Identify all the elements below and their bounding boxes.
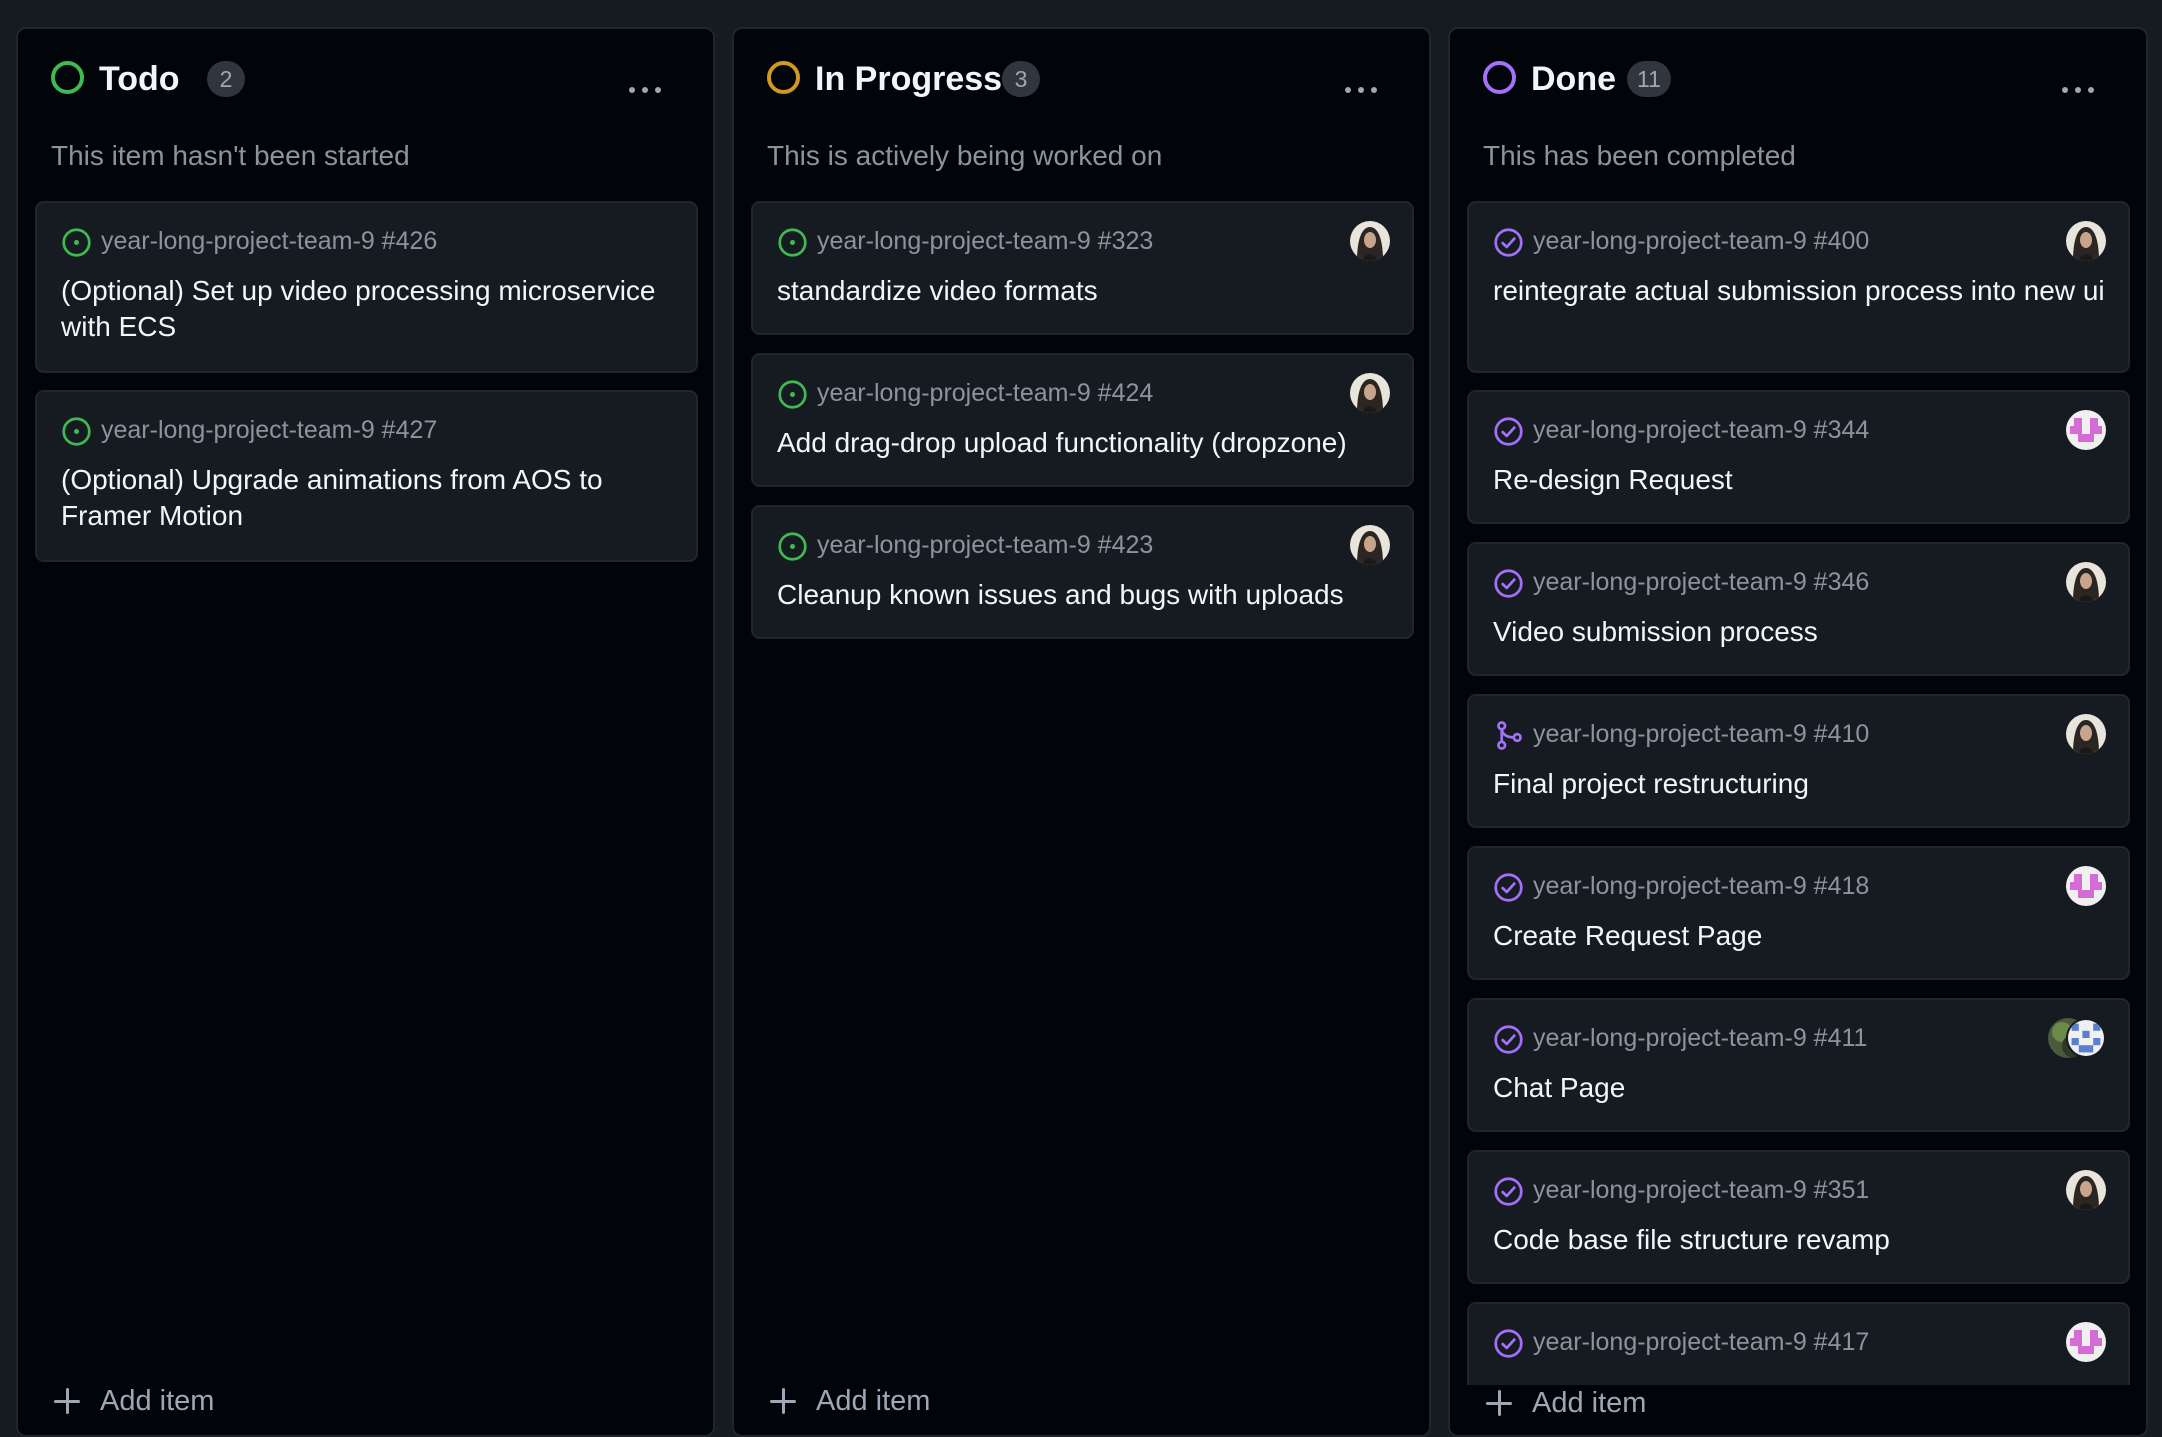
card-reference[interactable]: year-long-project-team-9 #351 [1533,1174,1869,1206]
closed-issue-icon [1494,417,1523,446]
column-description: This is actively being worked on [767,140,1163,171]
card-title[interactable]: Cleanup known issues and bugs with uploa… [777,577,1397,613]
card-title[interactable]: (Optional) Set up video processing micro… [61,273,681,345]
column-menu-icon[interactable] [1345,87,1377,93]
avatar[interactable] [2066,1322,2106,1362]
column-done: Done 11 This has been completed year-lon… [1448,27,2148,1437]
avatar[interactable] [2066,221,2106,261]
card-reference[interactable]: year-long-project-team-9 #323 [817,225,1153,257]
add-item-button[interactable]: Add item [54,1381,214,1421]
avatar[interactable] [2066,562,2106,602]
closed-issue-icon [1494,1025,1523,1054]
item-card[interactable]: year-long-project-team-9 #418 Create Req… [1467,846,2130,980]
card-reference[interactable]: year-long-project-team-9 #423 [817,529,1153,561]
card-reference[interactable]: year-long-project-team-9 #410 [1533,718,1869,750]
column-description: This item hasn't been started [51,140,410,171]
column-title: Done [1531,60,1616,98]
avatar[interactable] [2066,866,2106,906]
item-count-badge: 11 [1627,61,1671,97]
plus-icon [770,1388,796,1414]
card-list: year-long-project-team-9 #400 reintegrat… [1467,175,2131,1385]
status-circle-icon [51,61,84,94]
avatar[interactable] [1350,221,1390,261]
column-header: Done 11 This has been completed [1450,29,2146,189]
avatar-stack[interactable] [2048,1018,2106,1058]
card-title[interactable]: Add drag-drop upload functionality (drop… [777,425,1397,461]
card-title[interactable]: Create Request Page [1493,918,2113,954]
item-card[interactable]: year-long-project-team-9 #400 reintegrat… [1467,201,2130,373]
column-menu-icon[interactable] [2062,87,2094,93]
avatar[interactable] [1350,373,1390,413]
avatar[interactable] [1350,525,1390,565]
avatar[interactable] [2066,1018,2106,1058]
card-title[interactable]: Video submission process [1493,614,2113,650]
plus-icon [54,1388,80,1414]
card-reference[interactable]: year-long-project-team-9 #418 [1533,870,1869,902]
column-todo: Todo 2 This item hasn't been started yea… [16,27,715,1437]
item-card[interactable]: year-long-project-team-9 #323 standardiz… [751,201,1414,335]
open-issue-icon [778,228,807,257]
card-reference[interactable]: year-long-project-team-9 #400 [1533,225,1869,257]
item-card[interactable]: year-long-project-team-9 #411 Chat Page [1467,998,2130,1132]
column-title: In Progress [815,60,1003,98]
item-card[interactable]: year-long-project-team-9 #346 Video subm… [1467,542,2130,676]
card-title[interactable]: Re-design Request [1493,462,2113,498]
status-circle-icon [1483,61,1516,94]
add-item-button[interactable]: Add item [1486,1383,1646,1423]
item-card[interactable]: year-long-project-team-9 #351 Code base … [1467,1150,2130,1284]
item-card[interactable]: year-long-project-team-9 #424 Add drag-d… [751,353,1414,487]
project-board: Todo 2 This item hasn't been started yea… [0,0,2162,1437]
column-description: This has been completed [1483,140,1796,171]
card-reference[interactable]: year-long-project-team-9 #346 [1533,566,1869,598]
item-card[interactable]: year-long-project-team-9 #410 Final proj… [1467,694,2130,828]
card-reference[interactable]: year-long-project-team-9 #417 [1533,1326,1869,1358]
card-reference[interactable]: year-long-project-team-9 #424 [817,377,1153,409]
card-reference[interactable]: year-long-project-team-9 #427 [101,414,437,446]
item-card[interactable]: year-long-project-team-9 #426 (Optional)… [35,201,698,373]
column-header: In Progress 3 This is actively being wor… [734,29,1429,189]
card-title[interactable]: Chat Page [1493,1070,2113,1106]
card-reference[interactable]: year-long-project-team-9 #344 [1533,414,1869,446]
plus-icon [1486,1390,1512,1416]
column-in-progress: In Progress 3 This is actively being wor… [732,27,1431,1437]
open-issue-icon [778,532,807,561]
card-list: year-long-project-team-9 #323 standardiz… [751,175,1415,1385]
avatar[interactable] [2066,410,2106,450]
closed-issue-icon [1494,228,1523,257]
closed-issue-icon [1494,569,1523,598]
merged-pr-icon [1497,721,1522,750]
item-card[interactable]: year-long-project-team-9 #417 [1467,1302,2130,1385]
avatar[interactable] [2066,1170,2106,1210]
item-card[interactable]: year-long-project-team-9 #423 Cleanup kn… [751,505,1414,639]
card-list: year-long-project-team-9 #426 (Optional)… [35,175,699,1385]
item-card[interactable]: year-long-project-team-9 #344 Re-design … [1467,390,2130,524]
item-count-badge: 3 [1002,61,1040,97]
item-card[interactable]: year-long-project-team-9 #427 (Optional)… [35,390,698,562]
card-title[interactable]: (Optional) Upgrade animations from AOS t… [61,462,681,534]
item-count-badge: 2 [207,61,245,97]
card-reference[interactable]: year-long-project-team-9 #411 [1533,1022,1867,1054]
open-issue-icon [778,380,807,409]
closed-issue-icon [1494,873,1523,902]
avatar[interactable] [2066,714,2106,754]
card-title[interactable]: Final project restructuring [1493,766,2113,802]
status-circle-icon [767,61,800,94]
add-item-label: Add item [100,1384,215,1417]
card-title[interactable]: reintegrate actual submission process in… [1493,273,2113,309]
card-reference[interactable]: year-long-project-team-9 #426 [101,225,437,257]
add-item-button[interactable]: Add item [770,1381,930,1421]
open-issue-icon [62,228,91,257]
column-header: Todo 2 This item hasn't been started [18,29,713,189]
card-title[interactable]: Code base file structure revamp [1493,1222,2113,1258]
column-menu-icon[interactable] [629,87,661,93]
column-title: Todo [99,60,180,98]
closed-issue-icon [1494,1329,1523,1358]
closed-issue-icon [1494,1177,1523,1206]
add-item-label: Add item [1532,1386,1647,1419]
open-issue-icon [62,417,91,446]
add-item-label: Add item [816,1384,931,1417]
card-title[interactable]: standardize video formats [777,273,1397,309]
